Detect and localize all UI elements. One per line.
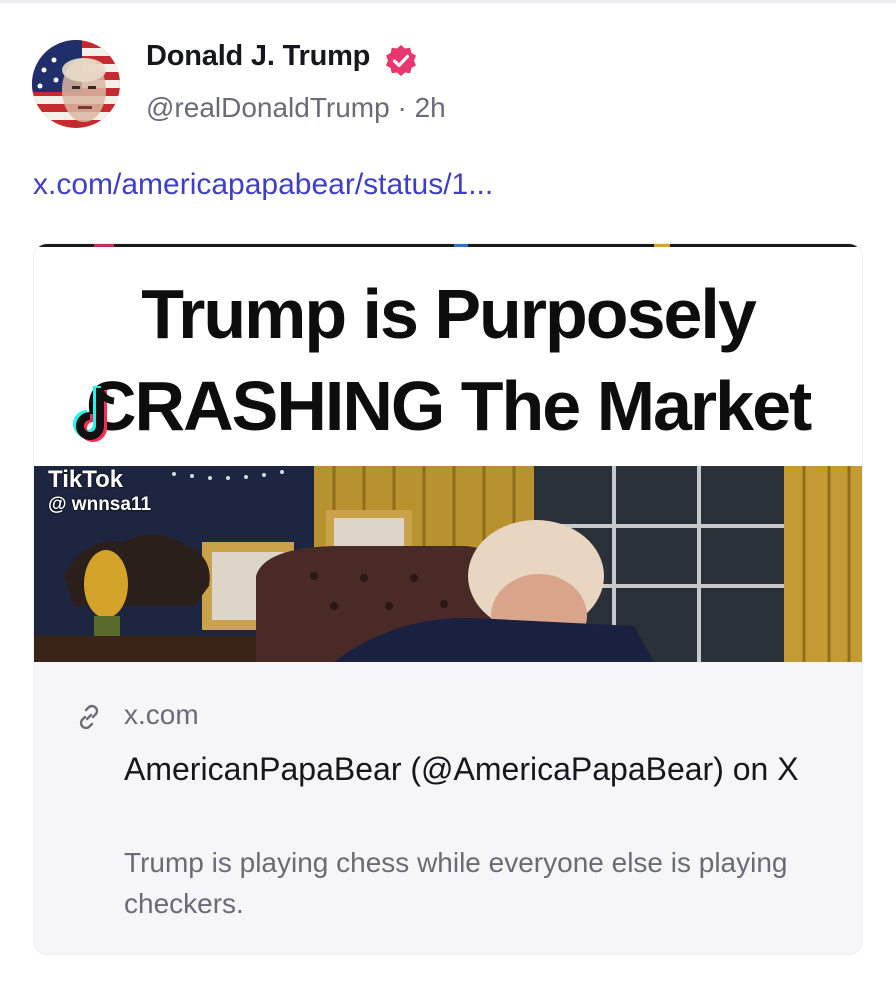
author-meta: @realDonaldTrump · 2h [146,92,446,124]
video-scene [34,466,862,662]
tiktok-watermark: TikTok [48,466,124,493]
tiktok-logo-icon [73,386,115,442]
author-name[interactable]: Donald J. Trump [146,40,370,73]
image-headline-line2: CRASHING The Market [86,367,812,445]
meta-separator: · [397,92,407,123]
link-preview-description: Trump is playing chess while everyone el… [124,847,788,919]
link-preview-title[interactable]: AmericanPapaBear (@AmericaPapaBear) on X [124,749,834,789]
link-icon [79,704,99,730]
avatar-image [32,40,120,128]
link-preview-body[interactable]: x.com AmericanPapaBear (@AmericaPapaBear… [34,662,862,954]
post: Donald J. Trump @realDonaldTrump · 2h x.… [0,0,896,1000]
author-handle[interactable]: @realDonaldTrump [146,92,390,123]
link-preview-card[interactable]: Trump is Purposely CRASHING The Market T… [33,243,863,955]
verified-badge-icon [386,45,416,76]
link-preview-domain: x.com [124,699,199,730]
post-time[interactable]: 2h [415,92,446,123]
link-preview-image[interactable]: Trump is Purposely CRASHING The Market T… [34,244,862,662]
image-top-edge [34,244,862,247]
tiktok-handle: @ wnnsa11 [48,494,152,515]
image-headline-line1: Trump is Purposely [141,275,757,353]
post-link[interactable]: x.com/americapapabear/status/1... [33,168,493,202]
avatar[interactable] [32,40,120,128]
